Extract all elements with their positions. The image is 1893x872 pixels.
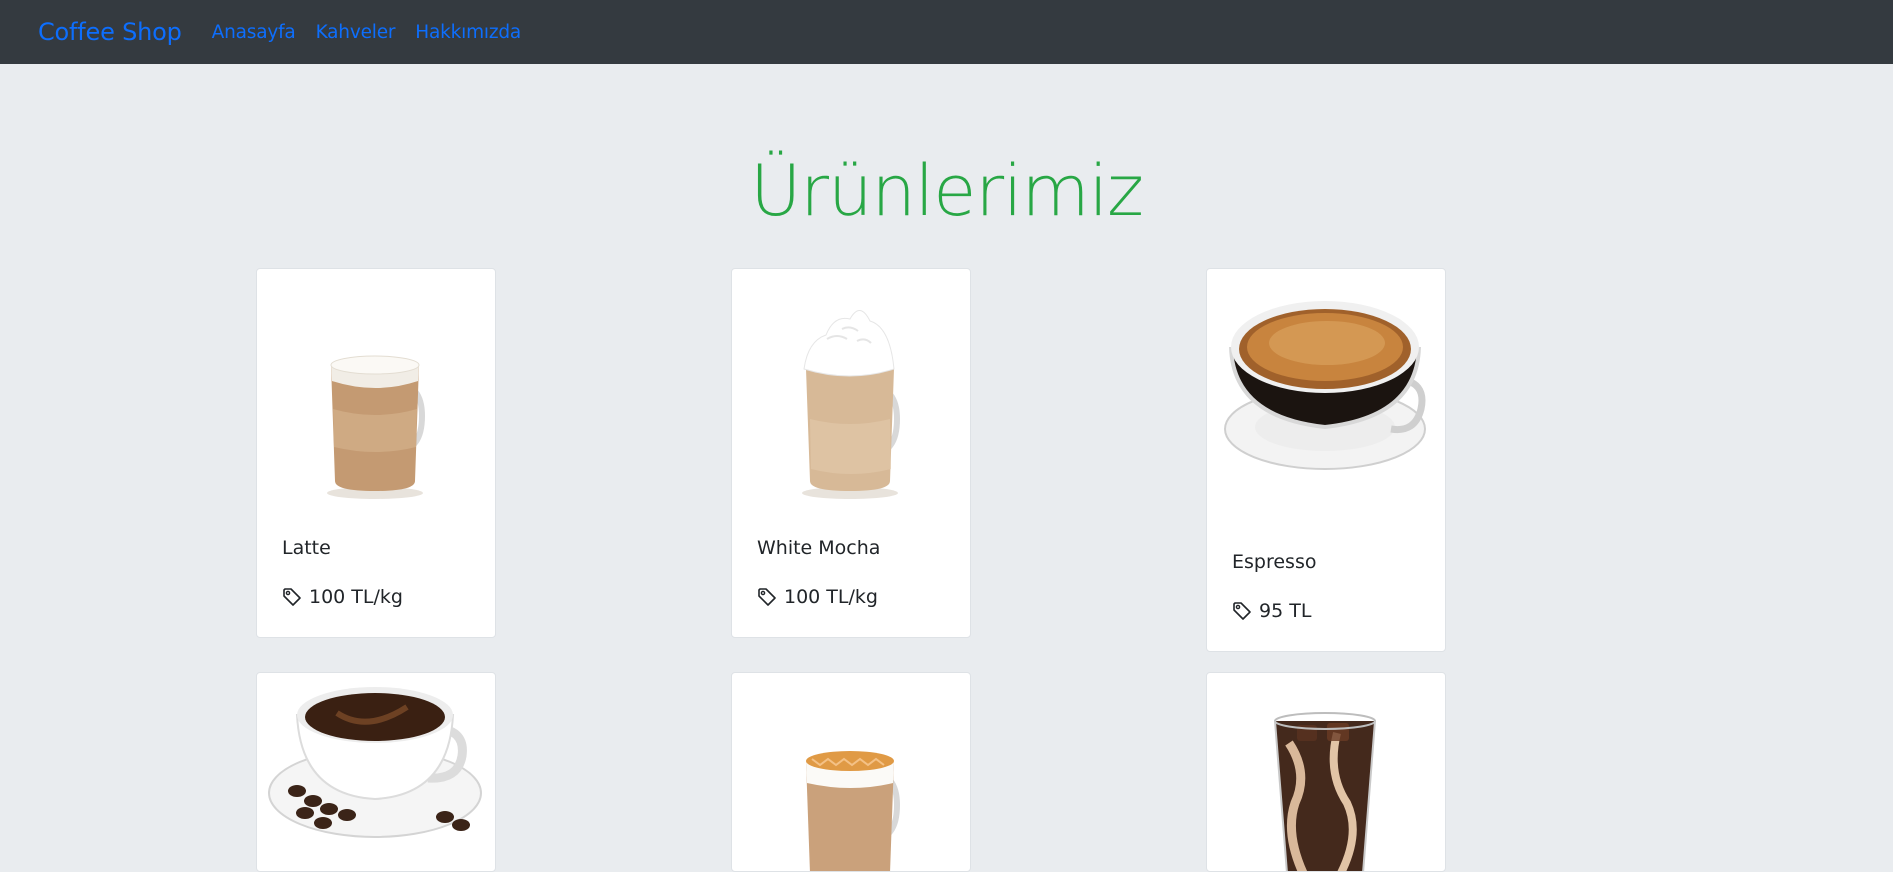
product-card-4[interactable] bbox=[256, 672, 496, 872]
product-name: Espresso bbox=[1232, 551, 1317, 573]
caramel-macchiato-mug-image bbox=[806, 751, 901, 871]
page-title: Ürünlerimiz bbox=[750, 150, 1144, 232]
nav-link-kahveler[interactable]: Kahveler bbox=[316, 22, 396, 43]
white-mocha-mug-image bbox=[802, 310, 901, 499]
latte-mug-image bbox=[327, 355, 426, 499]
product-price-text: 100 TL/kg bbox=[309, 586, 403, 608]
coffee-cup-with-beans-image bbox=[268, 687, 482, 838]
product-price: 95 TL bbox=[1232, 600, 1311, 622]
brand-link[interactable]: Coffee Shop bbox=[38, 18, 182, 46]
nav-link-hakkimizda[interactable]: Hakkımızda bbox=[415, 22, 521, 43]
product-price: 100 TL/kg bbox=[757, 586, 878, 608]
product-price: 100 TL/kg bbox=[282, 586, 403, 608]
product-price-text: 100 TL/kg bbox=[784, 586, 878, 608]
espresso-cup-image bbox=[1224, 301, 1426, 470]
product-name: White Mocha bbox=[757, 537, 881, 559]
nav-link-anasayfa[interactable]: Anasayfa bbox=[212, 22, 296, 43]
product-card-5[interactable] bbox=[731, 672, 971, 872]
product-name: Latte bbox=[282, 537, 331, 559]
top-navbar: Coffee Shop Anasayfa Kahveler Hakkımızda bbox=[0, 0, 1893, 64]
tag-icon bbox=[1233, 602, 1251, 620]
product-card-latte[interactable]: Latte 100 TL/kg bbox=[256, 268, 496, 638]
product-card-white-mocha[interactable]: White Mocha 100 TL/kg bbox=[731, 268, 971, 638]
tag-icon bbox=[283, 588, 301, 606]
product-price-text: 95 TL bbox=[1259, 600, 1312, 622]
iced-coffee-glass-image bbox=[1274, 712, 1376, 871]
product-card-espresso[interactable]: Espresso 95 TL bbox=[1206, 268, 1446, 652]
product-card-6[interactable] bbox=[1206, 672, 1446, 872]
tag-icon bbox=[758, 588, 776, 606]
